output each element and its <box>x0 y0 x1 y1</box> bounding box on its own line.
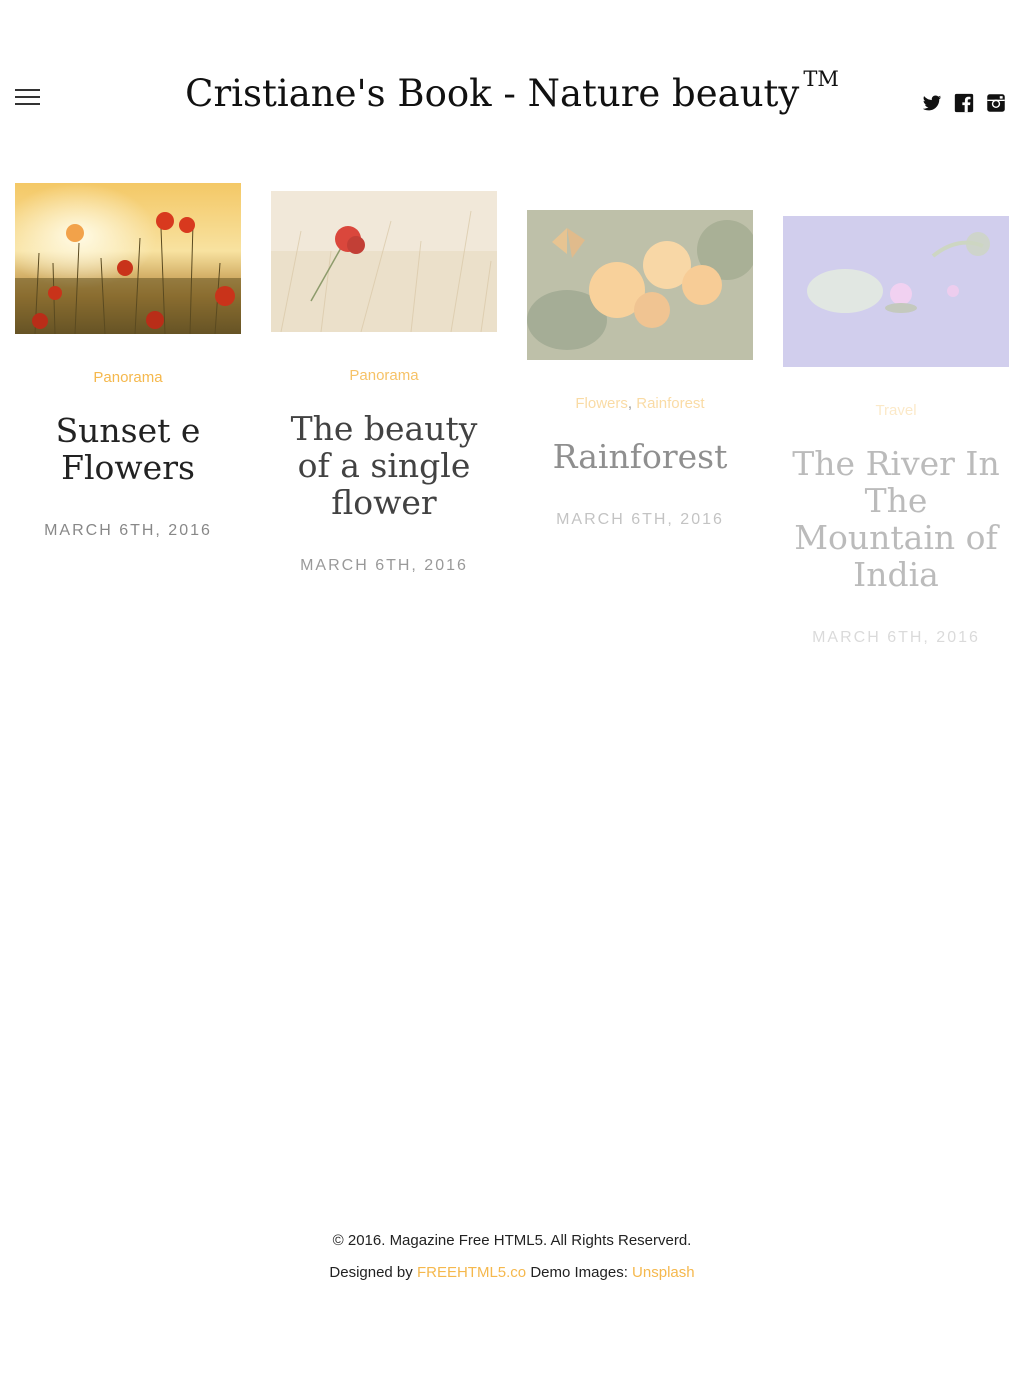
category-link[interactable]: Travel <box>875 402 916 419</box>
post-thumbnail-lotus-river[interactable] <box>783 216 1009 367</box>
post-categories: Flowers, Rainforest <box>527 394 753 414</box>
site-footer: © 2016. Magazine Free HTML5. All Rights … <box>0 1232 1024 1296</box>
trademark-symbol: TM <box>803 67 839 91</box>
post-card[interactable]: Flowers, Rainforest Rainforest March 6th… <box>527 210 753 529</box>
social-links <box>922 93 1006 113</box>
facebook-icon[interactable] <box>954 93 974 113</box>
designed-by-label: Designed by <box>329 1264 413 1281</box>
twitter-icon[interactable] <box>922 93 942 113</box>
post-date: March 6th, 2016 <box>44 522 212 539</box>
post-date: March 6th, 2016 <box>812 629 980 646</box>
post-title[interactable]: Sunset e Flowers <box>15 412 241 486</box>
post-categories: Panorama <box>15 368 241 388</box>
demo-images-label: Demo Images: <box>530 1264 628 1281</box>
post-title[interactable]: Rainforest <box>527 438 753 475</box>
category-link[interactable]: Panorama <box>349 367 418 384</box>
category-separator: , <box>627 395 633 412</box>
post-date: March 6th, 2016 <box>556 511 724 528</box>
post-thumbnail-butterfly-flowers[interactable] <box>527 210 753 360</box>
post-categories: Panorama <box>271 366 497 386</box>
post-card[interactable]: Travel The River In The Mountain of Indi… <box>783 216 1009 647</box>
category-link[interactable]: Panorama <box>93 369 162 386</box>
post-thumbnail-poppies-sunset[interactable] <box>15 183 241 334</box>
category-link[interactable]: Flowers <box>575 395 628 412</box>
post-thumbnail-single-poppy[interactable] <box>271 191 497 332</box>
post-card[interactable]: Panorama The beauty of a single flower M… <box>271 191 497 575</box>
designer-link[interactable]: FREEHTML5.co <box>417 1264 526 1281</box>
post-date: March 6th, 2016 <box>300 557 468 574</box>
post-title[interactable]: The River In The Mountain of India <box>783 445 1009 593</box>
credits-line: Designed by FREEHTML5.co Demo Images: Un… <box>0 1264 1024 1282</box>
site-title-text: Cristiane's Book - Nature beauty <box>185 72 800 115</box>
instagram-icon[interactable] <box>986 93 1006 113</box>
site-title[interactable]: Cristiane's Book - Nature beauty TM <box>0 67 1024 123</box>
post-title[interactable]: The beauty of a single flower <box>271 410 497 521</box>
category-link[interactable]: Rainforest <box>636 395 704 412</box>
post-card[interactable]: Panorama Sunset e Flowers March 6th, 201… <box>15 183 241 540</box>
copyright-text: © 2016. Magazine Free HTML5. All Rights … <box>332 1232 692 1249</box>
images-source-link[interactable]: Unsplash <box>632 1264 695 1281</box>
post-categories: Travel <box>783 401 1009 421</box>
